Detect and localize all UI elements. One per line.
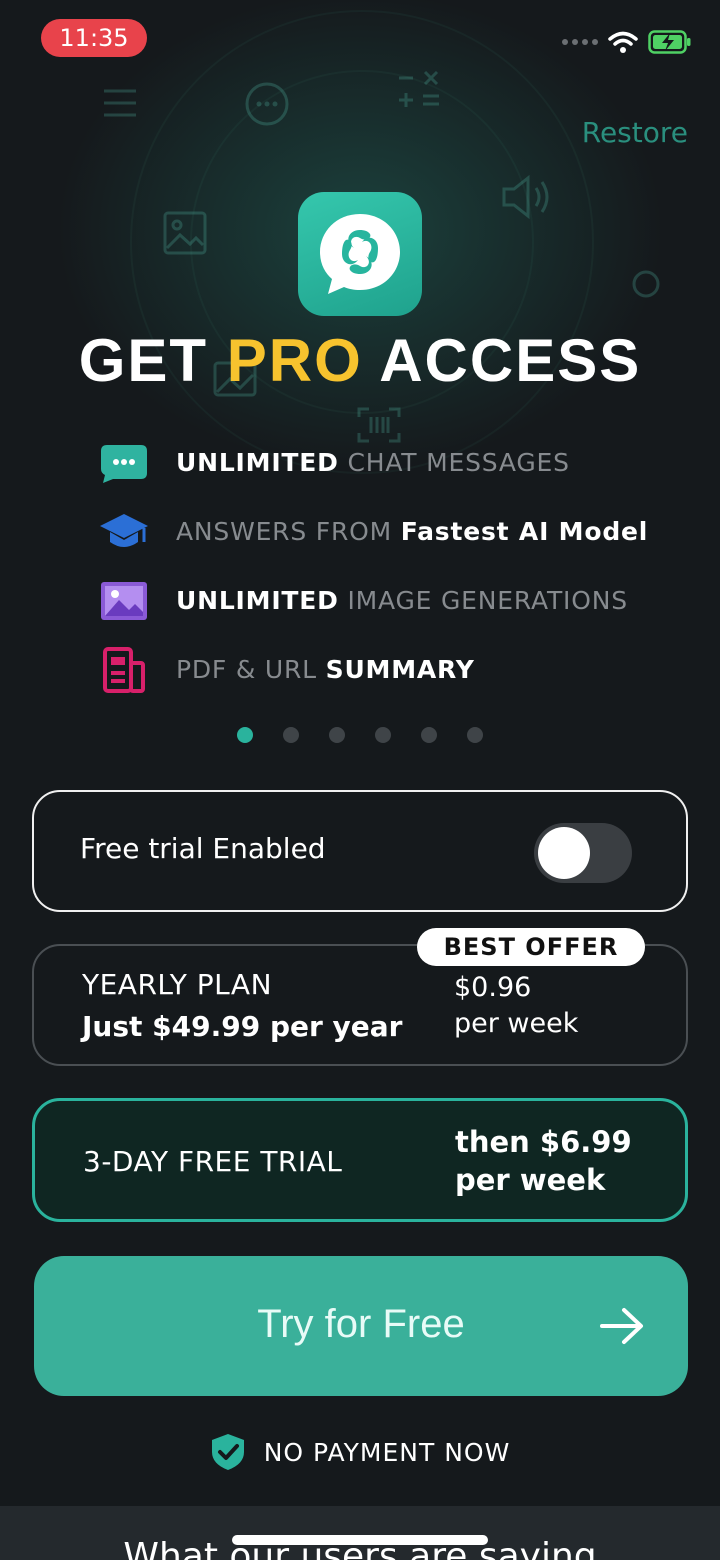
title-part-get: GET: [78, 327, 227, 394]
page-dot[interactable]: [237, 727, 253, 743]
page-dot[interactable]: [467, 727, 483, 743]
feature-bold-text: UNLIMITED: [176, 448, 339, 477]
page-dot[interactable]: [283, 727, 299, 743]
page-dot[interactable]: [329, 727, 345, 743]
home-indicator[interactable]: [232, 1535, 488, 1545]
page-title: GET PRO ACCESS: [0, 326, 720, 395]
list-icon: [100, 85, 140, 121]
page-dot[interactable]: [375, 727, 391, 743]
feature-item: PDF & URL SUMMARY: [98, 635, 648, 704]
then-price: then $6.99: [455, 1125, 632, 1159]
title-part-access: ACCESS: [362, 327, 642, 394]
free-trial-switch[interactable]: [534, 823, 632, 883]
status-time: 11:35: [41, 19, 147, 57]
signal-icon: [562, 39, 598, 45]
plan-name: YEARLY PLAN: [82, 968, 273, 1001]
page-indicator: [0, 727, 720, 743]
no-payment-note: NO PAYMENT NOW: [0, 1432, 720, 1472]
restore-button[interactable]: Restore: [582, 116, 688, 149]
then-period: per week: [455, 1163, 606, 1197]
chat-bubble-icon: [98, 437, 150, 489]
feature-dim-text: PDF & URL: [176, 655, 326, 684]
yearly-plan-option[interactable]: BEST OFFER YEARLY PLAN Just $49.99 per y…: [32, 928, 688, 1066]
try-for-free-button[interactable]: Try for Free: [34, 1256, 688, 1396]
trial-plan-option[interactable]: 3-DAY FREE TRIAL then $6.99 per week: [32, 1098, 688, 1222]
feature-bold-text: Fastest AI Model: [400, 517, 649, 546]
feature-bold-text: UNLIMITED: [176, 586, 339, 615]
feature-list: UNLIMITED CHAT MESSAGES ANSWERS FROM Fas…: [98, 428, 648, 704]
free-trial-label: Free trial Enabled: [80, 832, 326, 865]
search-outline-icon: [630, 268, 670, 308]
feature-item: ANSWERS FROM Fastest AI Model: [98, 497, 648, 566]
wifi-icon: [608, 31, 638, 53]
best-offer-badge: BEST OFFER: [417, 928, 645, 966]
speaker-icon: [500, 172, 554, 222]
cta-label: Try for Free: [257, 1302, 465, 1346]
free-trial-toggle-card[interactable]: Free trial Enabled: [32, 790, 688, 912]
feature-item: UNLIMITED IMAGE GENERATIONS: [98, 566, 648, 635]
no-payment-label: NO PAYMENT NOW: [263, 1437, 511, 1467]
switch-knob: [538, 827, 590, 879]
picture-outline-icon: [162, 210, 208, 256]
title-part-pro: PRO: [226, 327, 363, 394]
per-week-price: $0.96: [454, 972, 532, 1003]
document-icon: [98, 644, 150, 696]
feature-dim-text: ANSWERS FROM: [176, 517, 401, 546]
calculator-icon: [395, 66, 443, 114]
graduation-cap-icon: [98, 506, 150, 558]
feature-dim-text: IMAGE GENERATIONS: [338, 586, 628, 615]
per-week-label: per week: [454, 1008, 579, 1039]
feature-dim-text: CHAT MESSAGES: [338, 448, 570, 477]
app-logo-icon: [298, 192, 422, 316]
arrow-right-icon: [598, 1306, 646, 1349]
plan-price: Just $49.99 per year: [82, 1010, 403, 1043]
feature-item: UNLIMITED CHAT MESSAGES: [98, 428, 648, 497]
plan-name: 3-DAY FREE TRIAL: [83, 1145, 343, 1178]
chat-dots-icon: [242, 80, 292, 130]
image-icon: [98, 575, 150, 627]
shield-check-icon: [211, 1434, 244, 1470]
page-dot[interactable]: [421, 727, 437, 743]
feature-bold-text: SUMMARY: [325, 655, 475, 684]
testimonials-section: What our users are saying: [0, 1506, 720, 1560]
status-icons: [562, 30, 692, 54]
battery-charging-icon: [648, 30, 691, 54]
